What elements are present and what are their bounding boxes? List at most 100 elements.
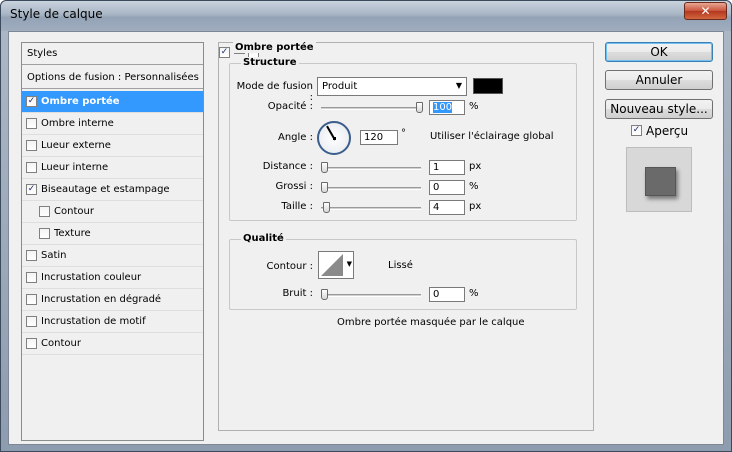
opacity-unit: % xyxy=(469,101,479,112)
ok-button[interactable]: OK xyxy=(605,42,713,62)
style-item-label: Texture xyxy=(54,228,91,239)
blend-mode-select[interactable]: Produit ▼ xyxy=(317,77,467,96)
blending-options-item[interactable]: Options de fusion : Personnalisées xyxy=(22,67,203,89)
style-item-stroke[interactable]: Contour xyxy=(22,333,203,355)
size-slider-thumb[interactable] xyxy=(323,202,330,213)
spread-slider-thumb[interactable] xyxy=(321,182,328,193)
opacity-slider-thumb[interactable] xyxy=(416,102,423,113)
style-item-bevel-emboss[interactable]: Biseautage et estampage xyxy=(22,179,203,201)
style-item-inner-shadow[interactable]: Ombre interne xyxy=(22,113,203,135)
style-item-label: Lueur externe xyxy=(41,140,111,151)
style-item-label: Contour xyxy=(41,338,81,349)
noise-label: Bruit : xyxy=(282,288,313,299)
title-bar[interactable]: Style de calque ✕ xyxy=(1,1,731,31)
spread-unit: % xyxy=(469,181,479,192)
opacity-slider-track[interactable] xyxy=(321,107,421,110)
noise-slider-track[interactable] xyxy=(321,294,421,297)
style-item-label: Incrustation couleur xyxy=(41,272,142,283)
dialog-client-area: Styles Options de fusion : Personnalisée… xyxy=(8,31,724,445)
distance-unit: px xyxy=(469,161,482,172)
size-value: 4 xyxy=(433,202,440,213)
style-item-label: Ombre portée xyxy=(41,96,120,107)
distance-slider-track[interactable] xyxy=(321,167,421,170)
noise-slider-thumb[interactable] xyxy=(321,289,328,300)
drop-shadow-panel: Ombre portée Structure Mode de fusion : … xyxy=(218,42,594,431)
style-item-label: Biseautage et estampage xyxy=(41,184,170,195)
new-style-button[interactable]: Nouveau style... xyxy=(605,99,713,119)
opacity-label: Opacité : xyxy=(267,101,313,112)
angle-dial-center xyxy=(333,137,336,140)
style-item-inner-glow[interactable]: Lueur interne xyxy=(22,157,203,179)
contour-curve-icon xyxy=(321,254,343,276)
preview-checkbox[interactable] xyxy=(631,125,642,136)
style-item-color-overlay[interactable]: Incrustation couleur xyxy=(22,267,203,289)
window-title: Style de calque xyxy=(10,7,103,21)
style-item-label: Incrustation en dégradé xyxy=(41,294,162,305)
style-item-contour-sub[interactable]: Contour xyxy=(22,201,203,223)
style-item-label: Satin xyxy=(41,250,67,261)
style-item-outer-glow[interactable]: Lueur externe xyxy=(22,135,203,157)
style-item-texture[interactable]: Texture xyxy=(22,223,203,245)
noise-unit: % xyxy=(469,288,479,299)
angle-dial[interactable] xyxy=(317,121,351,155)
noise-input[interactable]: 0 xyxy=(429,287,465,302)
checkbox-drop-shadow[interactable] xyxy=(26,96,37,107)
chevron-down-icon: ▼ xyxy=(455,81,462,90)
checkbox-outer-glow[interactable] xyxy=(26,140,37,151)
spread-label: Grossi : xyxy=(275,181,313,192)
style-item-label: Lueur interne xyxy=(41,162,109,173)
preview-thumbnail xyxy=(645,167,676,196)
opacity-input[interactable]: 100 xyxy=(429,100,465,115)
style-item-label: Ombre interne xyxy=(41,118,114,129)
checkbox-inner-glow[interactable] xyxy=(26,162,37,173)
close-button[interactable]: ✕ xyxy=(684,2,727,20)
section-title: Ombre portée xyxy=(233,42,316,53)
opacity-value: 100 xyxy=(433,102,453,113)
distance-slider-thumb[interactable] xyxy=(321,162,328,173)
angle-value: 120 xyxy=(364,132,384,143)
checkbox-satin[interactable] xyxy=(26,250,37,261)
checkbox-gradient-overlay[interactable] xyxy=(26,294,37,305)
size-label: Taille : xyxy=(281,201,313,212)
checkbox-inner-shadow[interactable] xyxy=(26,118,37,129)
distance-input[interactable]: 1 xyxy=(429,160,465,175)
style-item-gradient-overlay[interactable]: Incrustation en dégradé xyxy=(22,289,203,311)
spread-slider-track[interactable] xyxy=(321,187,421,190)
global-light-checkbox[interactable] xyxy=(219,47,230,58)
angle-unit: ° xyxy=(401,128,406,139)
blend-mode-value: Produit xyxy=(322,81,358,92)
size-input[interactable]: 4 xyxy=(429,200,465,215)
distance-value: 1 xyxy=(433,162,440,173)
checkbox-color-overlay[interactable] xyxy=(26,272,37,283)
size-unit: px xyxy=(469,201,482,212)
checkbox-texture[interactable] xyxy=(39,228,50,239)
size-slider-track[interactable] xyxy=(321,207,421,210)
style-item-label: Contour xyxy=(54,206,94,217)
noise-value: 0 xyxy=(433,289,440,300)
antialias-label: Lissé xyxy=(388,260,413,271)
style-item-satin[interactable]: Satin xyxy=(22,245,203,267)
checkbox-contour-sub[interactable] xyxy=(39,206,50,217)
contour-picker[interactable]: ▼ xyxy=(318,251,354,279)
checkbox-pattern-overlay[interactable] xyxy=(26,316,37,327)
structure-title: Structure xyxy=(241,57,299,68)
spread-input[interactable]: 0 xyxy=(429,180,465,195)
style-item-pattern-overlay[interactable]: Incrustation de motif xyxy=(22,311,203,333)
angle-input[interactable]: 120 xyxy=(360,130,398,145)
cancel-button[interactable]: Annuler xyxy=(605,70,713,90)
knockout-label: Ombre portée masquée par le calque xyxy=(337,317,525,328)
global-light-label: Utiliser l'éclairage global xyxy=(430,131,554,142)
checkbox-bevel-emboss[interactable] xyxy=(26,184,37,195)
checkbox-stroke[interactable] xyxy=(26,338,37,349)
preview-label: Aperçu xyxy=(646,124,689,138)
style-item-drop-shadow[interactable]: Ombre portée xyxy=(22,91,203,113)
angle-label: Angle : xyxy=(277,132,313,143)
chevron-down-icon: ▼ xyxy=(346,260,352,268)
shadow-color-swatch[interactable] xyxy=(473,78,503,94)
quality-title: Qualité xyxy=(241,233,286,244)
styles-list: Styles Options de fusion : Personnalisée… xyxy=(21,42,204,441)
spread-value: 0 xyxy=(433,182,440,193)
contour-label: Contour : xyxy=(266,261,313,272)
style-item-label: Incrustation de motif xyxy=(41,316,146,327)
styles-header[interactable]: Styles xyxy=(22,43,203,65)
